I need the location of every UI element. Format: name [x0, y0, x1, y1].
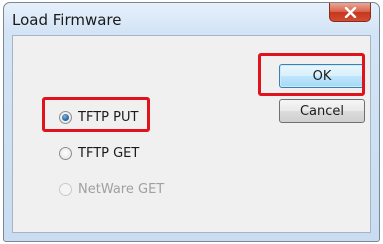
radio-label-netware-get: NetWare GET — [78, 181, 165, 197]
ok-button[interactable]: OK — [279, 64, 365, 88]
radio-tftp-get[interactable]: TFTP GET — [59, 143, 139, 163]
radio-button[interactable] — [59, 146, 72, 160]
close-button[interactable] — [329, 3, 371, 22]
radio-label-tftp-get: TFTP GET — [78, 145, 140, 161]
dialog-body: OK Cancel TFTP PUT TFTP GET NetWare GET — [12, 35, 371, 233]
radio-button-selected[interactable] — [59, 110, 72, 124]
radio-tftp-put[interactable]: TFTP PUT — [59, 107, 138, 127]
title-bar[interactable]: Load Firmware — [4, 3, 379, 35]
dialog-title: Load Firmware — [12, 11, 122, 29]
close-icon — [344, 7, 357, 18]
cancel-button[interactable]: Cancel — [279, 99, 365, 123]
radio-label-tftp-put: TFTP PUT — [78, 109, 139, 125]
radio-netware-get: NetWare GET — [59, 179, 164, 199]
load-firmware-dialog: Load Firmware OK Cancel TFTP PUT TFTP GE… — [3, 2, 380, 242]
radio-button-disabled — [59, 182, 72, 196]
